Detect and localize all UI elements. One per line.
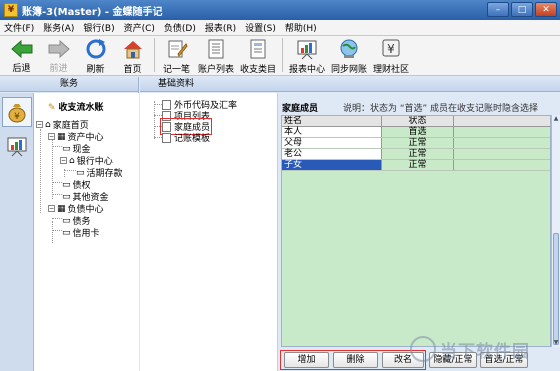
menu-file[interactable]: 文件(F) xyxy=(4,21,34,34)
collapse-icon: − xyxy=(48,205,55,212)
ledger-nav-button[interactable]: ¥ xyxy=(2,97,32,127)
report-nav-button[interactable] xyxy=(2,131,32,161)
menu-reports[interactable]: 报表(R) xyxy=(205,21,236,34)
funds-icon: ▭ xyxy=(62,191,71,202)
delete-button[interactable]: 删除 xyxy=(333,352,378,368)
left-panel-header: 账务 xyxy=(0,77,138,92)
minimize-button[interactable]: – xyxy=(487,2,509,17)
chart-board-icon xyxy=(296,38,318,60)
scroll-up-icon[interactable]: ▲ xyxy=(552,115,560,123)
menu-assets[interactable]: 资产(C) xyxy=(124,21,155,34)
app-icon: ¥ xyxy=(4,3,18,17)
cell-name[interactable]: 父母 xyxy=(282,138,382,148)
collapse-icon: − xyxy=(60,157,67,164)
refresh-icon xyxy=(85,38,107,60)
vertical-scrollbar[interactable]: ▲ ▼ xyxy=(551,115,560,347)
svg-text:¥: ¥ xyxy=(387,42,395,56)
watermark-logo-icon xyxy=(410,336,436,362)
chart-board-icon xyxy=(7,137,27,157)
account-list-button[interactable]: 账户列表 xyxy=(195,38,237,75)
menu-liabilities[interactable]: 负债(D) xyxy=(164,21,196,34)
assets-icon: ▦ xyxy=(57,131,66,142)
money-board-icon: ¥ xyxy=(380,38,402,60)
category-button[interactable]: 收支类目 xyxy=(237,38,279,75)
document-icon xyxy=(162,121,171,132)
collapse-icon: − xyxy=(36,121,43,128)
table-row[interactable]: 父母 正常 xyxy=(282,138,550,149)
refresh-button[interactable]: 刷新 xyxy=(77,38,114,75)
column-header-name[interactable]: 姓名 xyxy=(282,116,382,126)
svg-text:¥: ¥ xyxy=(14,112,20,122)
maximize-button[interactable]: □ xyxy=(511,2,533,17)
money-bag-icon: ¥ xyxy=(8,104,26,123)
forward-arrow-icon xyxy=(48,38,70,59)
scrollbar-thumb[interactable] xyxy=(553,233,559,345)
sync-button[interactable]: 同步网账 xyxy=(328,38,370,75)
globe-sync-icon xyxy=(338,38,360,60)
tree-credit-card[interactable]: ▭ 信用卡 xyxy=(62,226,100,240)
document-icon xyxy=(162,132,171,143)
document-icon xyxy=(162,110,171,121)
scroll-down-icon[interactable]: ▼ xyxy=(552,339,560,347)
cell-status[interactable]: 首选 xyxy=(382,127,454,137)
cell-name[interactable]: 老公 xyxy=(282,149,382,159)
claims-icon: ▭ xyxy=(62,179,71,190)
ledger-tree: ✎ 收支流水账 − ⌂ 家庭首页 − ▦ 资产中心 ▭ 现金 − ⌂ 银行中心 ▭ xyxy=(34,93,139,371)
list-document-icon xyxy=(205,38,227,60)
table-row[interactable]: 老公 正常 xyxy=(282,149,550,160)
content-header: 基础资料 xyxy=(140,77,560,92)
home-button[interactable]: 首页 xyxy=(114,38,151,75)
toolbar: 后退 前进 刷新 首页 记一笔 账户列表 收支类目 报表中心 同步网账 ¥ 理财… xyxy=(0,36,560,76)
community-button[interactable]: ¥ 理财社区 xyxy=(370,38,412,75)
category-document-icon xyxy=(247,38,269,60)
bank-icon: ⌂ xyxy=(69,155,75,166)
cell-status[interactable]: 正常 xyxy=(382,149,454,159)
menu-help[interactable]: 帮助(H) xyxy=(285,21,317,34)
back-arrow-icon xyxy=(10,38,33,59)
house-icon: ⌂ xyxy=(45,119,51,130)
record-button[interactable]: 记一笔 xyxy=(158,38,195,75)
debt-icon: ▭ xyxy=(62,215,71,226)
add-button[interactable]: 增加 xyxy=(284,352,329,368)
family-members-panel: 家庭成员 说明：状态为 “首选” 成员在收支记账时隐含选择 姓名 状态 本人 首… xyxy=(279,93,560,371)
menu-bar: 文件(F) 账务(A) 银行(B) 资产(C) 负债(D) 报表(R) 设置(S… xyxy=(0,20,560,36)
liabilities-icon: ▦ xyxy=(57,203,66,214)
report-center-button[interactable]: 报表中心 xyxy=(286,38,328,75)
menu-bank[interactable]: 银行(B) xyxy=(83,21,114,34)
pen-icon: ✎ xyxy=(48,103,56,113)
menu-account[interactable]: 账务(A) xyxy=(43,21,74,34)
back-button[interactable]: 后退 xyxy=(3,38,40,74)
menu-settings[interactable]: 设置(S) xyxy=(245,21,276,34)
tree-template[interactable]: 记账模板 xyxy=(162,131,210,144)
table-row-selected[interactable]: 子女 正常 xyxy=(282,160,550,171)
home-icon xyxy=(122,38,144,60)
members-table: 姓名 状态 本人 首选 父母 正常 老公 正常 子女 正常 xyxy=(281,115,551,347)
cell-status[interactable]: 正常 xyxy=(382,138,454,148)
forward-button[interactable]: 前进 xyxy=(40,38,77,74)
window-title: 账簿-3(Master) - 金蝶随手记 xyxy=(22,6,163,18)
watermark: 当下软件园 xyxy=(410,336,530,362)
basic-data-tree: 外币代码及汇率 项目列表 家庭成员 记账模板 xyxy=(140,93,278,371)
pencil-note-icon xyxy=(166,38,188,60)
ledger-tree-title[interactable]: ✎ 收支流水账 xyxy=(48,100,104,113)
deposit-icon: ▭ xyxy=(76,167,85,178)
table-row[interactable]: 本人 首选 xyxy=(282,127,550,138)
cash-icon: ▭ xyxy=(62,143,71,154)
column-header-status[interactable]: 状态 xyxy=(382,116,454,126)
cell-name[interactable]: 子女 xyxy=(282,160,382,170)
left-panel: 账务 ¥ ✎ 收支流水账 − ⌂ 家庭首页 − ▦ 资产中心 ▭ 现金 − ⌂ … xyxy=(0,77,139,371)
toolbar-separator xyxy=(282,38,283,72)
collapse-icon: − xyxy=(48,133,55,140)
close-button[interactable]: ✕ xyxy=(535,2,557,17)
left-side-nav: ¥ xyxy=(0,93,34,371)
table-header: 姓名 状态 xyxy=(282,116,550,127)
credit-card-icon: ▭ xyxy=(62,227,71,238)
panel-title: 家庭成员 xyxy=(282,104,319,114)
document-icon xyxy=(162,99,171,110)
cell-status[interactable]: 正常 xyxy=(382,160,454,170)
cell-name[interactable]: 本人 xyxy=(282,127,382,137)
title-bar: ¥ 账簿-3(Master) - 金蝶随手记 – □ ✕ xyxy=(0,0,560,20)
toolbar-separator xyxy=(154,38,155,72)
panel-note: 说明：状态为 “首选” 成员在收支记账时隐含选择 xyxy=(343,104,539,114)
